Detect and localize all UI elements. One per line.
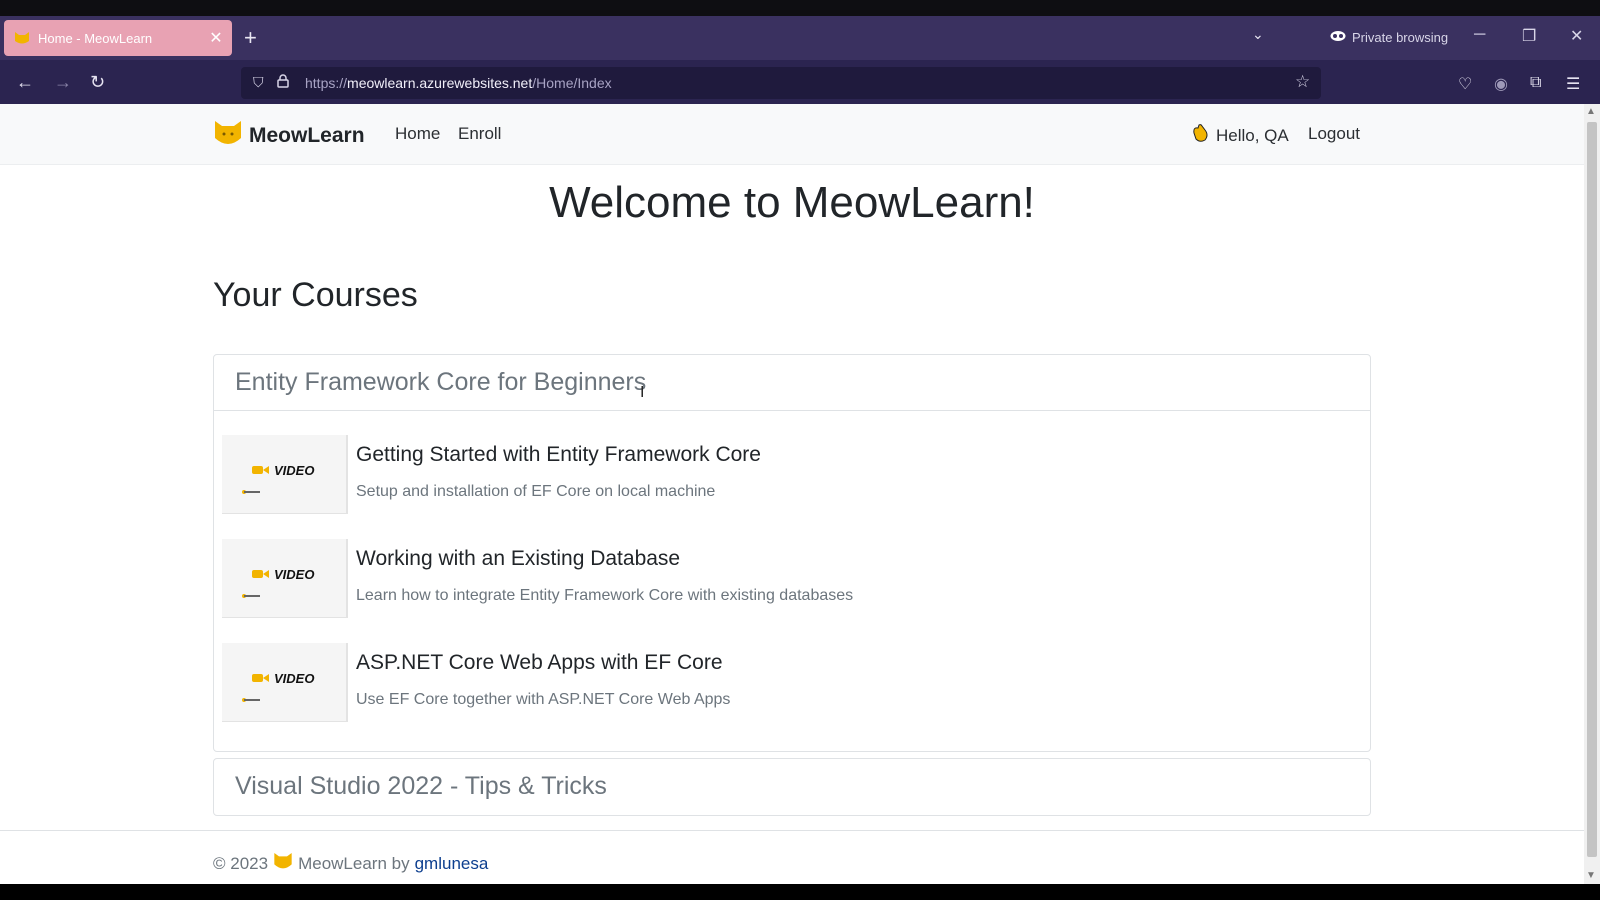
- video-camera-icon: [252, 671, 270, 686]
- pocket-icon[interactable]: ♡: [1458, 74, 1472, 94]
- app-menu-icon[interactable]: ☰: [1566, 74, 1580, 94]
- lesson-item[interactable]: VIDEO Getting Started with Entity Framew…: [222, 435, 1322, 515]
- course-card: Entity Framework Core for Beginners VIDE…: [213, 354, 1371, 752]
- waving-hand-icon: [1190, 123, 1210, 148]
- user-greeting[interactable]: Hello, QA: [1190, 123, 1289, 148]
- lesson-item[interactable]: VIDEO Working with an Existing Database …: [222, 539, 1322, 619]
- nav-home-link[interactable]: Home: [395, 124, 440, 144]
- url-path: /Home/Index: [532, 75, 612, 91]
- forward-icon[interactable]: →: [54, 72, 72, 92]
- footer-brand-text: MeowLearn by: [298, 853, 410, 873]
- lesson-title[interactable]: Getting Started with Entity Framework Co…: [356, 443, 761, 467]
- page-scrollbar[interactable]: ▲ ▼: [1584, 104, 1600, 884]
- browser-tab-active[interactable]: Home - MeowLearn ✕: [4, 20, 232, 56]
- page-viewport: MeowLearn Home Enroll Hello, QA Logout W…: [0, 104, 1584, 884]
- video-thumbnail[interactable]: VIDEO: [222, 435, 348, 514]
- close-window-icon[interactable]: ✕: [1570, 26, 1583, 46]
- os-top-bar: [0, 0, 1600, 16]
- course-card: Visual Studio 2022 - Tips & Tricks: [213, 758, 1371, 816]
- logout-link[interactable]: Logout: [1308, 124, 1360, 144]
- page-title: Welcome to MeowLearn!: [549, 178, 1035, 227]
- extensions-icon[interactable]: ⧉: [1530, 74, 1541, 92]
- private-mask-icon: [1330, 30, 1346, 45]
- back-icon[interactable]: ←: [16, 72, 34, 92]
- reload-icon[interactable]: ↻: [90, 72, 105, 92]
- tab-title: Home - MeowLearn: [38, 30, 153, 46]
- video-label: VIDEO: [274, 671, 315, 686]
- site-header: MeowLearn Home Enroll Hello, QA Logout: [0, 104, 1584, 165]
- brand-name: MeowLearn: [249, 123, 365, 147]
- section-title: Your Courses: [213, 276, 418, 314]
- url-text[interactable]: https://meowlearn.azurewebsites.net/Home…: [305, 75, 612, 91]
- author-link[interactable]: gmlunesa: [415, 854, 489, 874]
- shield-icon[interactable]: ⛉: [253, 74, 264, 91]
- course-title[interactable]: Visual Studio 2022 - Tips & Tricks: [214, 759, 1370, 814]
- video-camera-icon: [252, 463, 270, 478]
- thumb-progress-bar: [244, 595, 260, 597]
- scroll-up-icon[interactable]: ▲: [1586, 106, 1596, 117]
- greeting-text: Hello, QA: [1216, 125, 1289, 145]
- site-footer: © 2023 MeowLearn by gmlunesa: [0, 830, 1584, 884]
- address-bar[interactable]: ⛉ https://meowlearn.azurewebsites.net/Ho…: [241, 67, 1321, 99]
- cat-logo-icon: [14, 30, 30, 46]
- lesson-description: Use EF Core together with ASP.NET Core W…: [356, 691, 731, 708]
- scrollbar-thumb[interactable]: [1587, 122, 1597, 857]
- course-title[interactable]: Entity Framework Core for Beginners: [214, 355, 1370, 411]
- bookmark-star-icon[interactable]: ☆: [1295, 72, 1310, 92]
- lesson-title[interactable]: ASP.NET Core Web Apps with EF Core: [356, 651, 723, 675]
- video-thumbnail[interactable]: VIDEO: [222, 539, 348, 618]
- new-tab-icon[interactable]: +: [244, 26, 257, 50]
- copyright-text: © 2023: [213, 853, 269, 873]
- brand-link[interactable]: MeowLearn: [213, 118, 365, 153]
- thumb-progress-bar: [244, 699, 260, 701]
- scroll-down-icon[interactable]: ▼: [1586, 870, 1596, 881]
- nav-enroll-link[interactable]: Enroll: [458, 124, 501, 144]
- lock-icon[interactable]: [277, 74, 289, 91]
- cat-logo-icon: [213, 118, 243, 153]
- url-host: meowlearn.azurewebsites.net: [347, 75, 533, 91]
- thumb-progress-bar: [244, 491, 260, 493]
- url-scheme: https://: [305, 75, 348, 91]
- video-thumbnail[interactable]: VIDEO: [222, 643, 348, 722]
- text-cursor-icon: I: [640, 384, 645, 401]
- private-browsing-indicator: Private browsing: [1330, 30, 1448, 45]
- video-label: VIDEO: [274, 567, 315, 582]
- account-icon[interactable]: ◉: [1494, 74, 1508, 94]
- lesson-description: Setup and installation of EF Core on loc…: [356, 483, 716, 500]
- cat-logo-icon: [273, 851, 293, 876]
- video-label: VIDEO: [274, 463, 315, 478]
- close-tab-icon[interactable]: ✕: [206, 28, 226, 48]
- lesson-title[interactable]: Working with an Existing Database: [356, 547, 680, 571]
- os-bottom-bar: [0, 884, 1600, 900]
- private-browsing-label: Private browsing: [1352, 30, 1449, 45]
- video-camera-icon: [252, 567, 270, 582]
- restore-icon[interactable]: ❐: [1522, 26, 1536, 46]
- tab-list-icon[interactable]: ⌄: [1252, 26, 1264, 43]
- minimize-icon[interactable]: ─: [1474, 26, 1485, 44]
- lesson-description: Learn how to integrate Entity Framework …: [356, 587, 854, 604]
- lesson-item[interactable]: VIDEO ASP.NET Core Web Apps with EF Core…: [222, 643, 1322, 723]
